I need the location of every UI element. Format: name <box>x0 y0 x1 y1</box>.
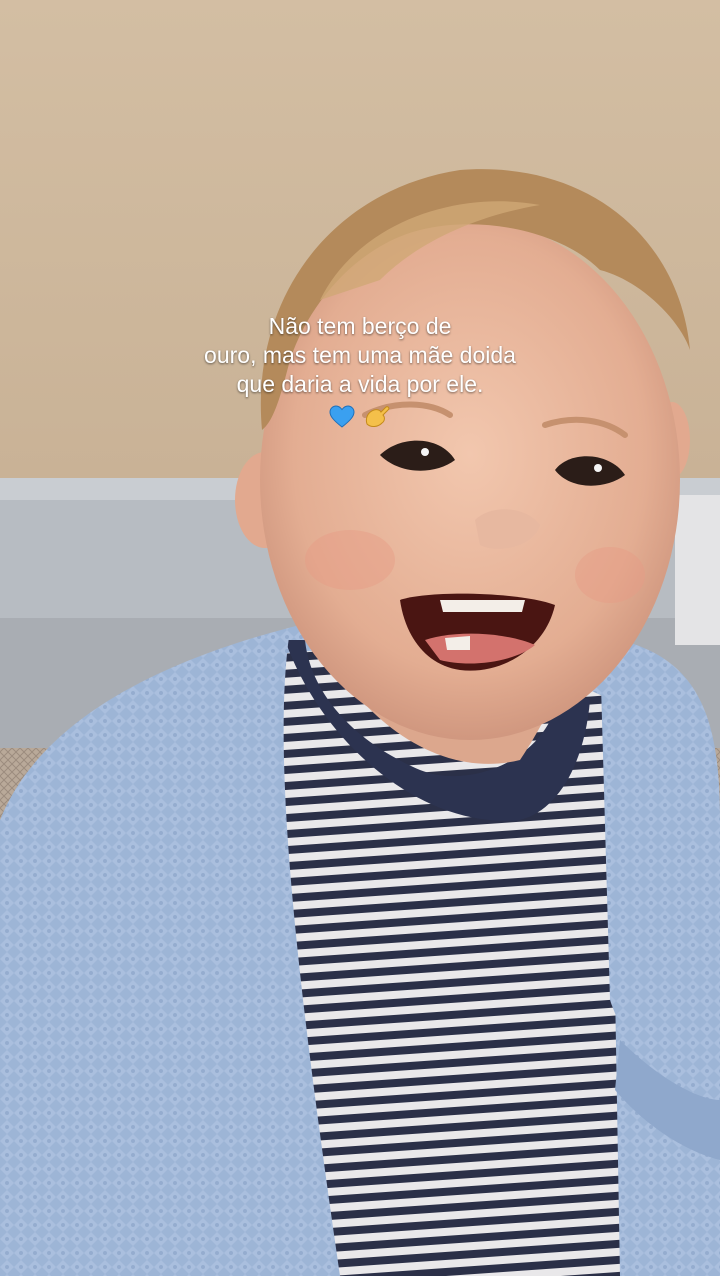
caption-line-1: Não tem berço de <box>268 313 452 339</box>
pinched-hand-icon <box>365 406 389 428</box>
photo-scene <box>0 0 720 1276</box>
upper-teeth <box>440 600 525 612</box>
caption-line-3: que daria a vida por ele. <box>236 371 484 397</box>
caption-line-2: ouro, mas tem uma mãe doida <box>204 342 516 368</box>
left-cheek <box>305 530 395 590</box>
lower-teeth <box>445 636 470 650</box>
crib-post <box>675 495 720 645</box>
blue-heart-icon <box>329 405 355 428</box>
right-cheek <box>575 547 645 603</box>
caption-emojis <box>0 402 720 430</box>
caption: Não tem berço de ouro, mas tem uma mãe d… <box>0 312 720 399</box>
right-eye-shine <box>594 464 602 472</box>
left-eye-shine <box>421 448 429 456</box>
